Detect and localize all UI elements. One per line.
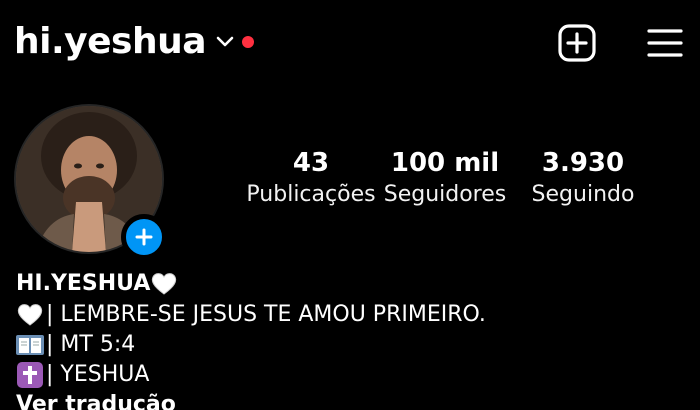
bio-line: | YESHUA <box>16 360 486 390</box>
stat-value: 43 <box>292 148 330 178</box>
chevron-down-icon[interactable] <box>214 31 236 53</box>
top-actions <box>556 22 686 64</box>
bio-line-text: | YESHUA <box>46 362 150 387</box>
profile-bio: HI.YESHUA | LEMBRE-SE JESUS TE AMOU PRIM… <box>16 268 486 410</box>
stat-following[interactable]: 3.930 Seguindo <box>508 146 658 210</box>
bio-line: | MT 5:4 <box>16 330 486 360</box>
profile-header: hi.yeshua <box>14 18 255 66</box>
stat-followers[interactable]: 100 mil Seguidores <box>382 146 508 210</box>
notification-dot-icon <box>242 36 255 48</box>
stat-value: 3.930 <box>541 148 625 178</box>
latin-cross-icon <box>16 361 44 389</box>
profile-screen: hi.yeshua 43 Publicações 100 mil Seguido… <box>0 0 700 410</box>
see-translation-link[interactable]: Ver tradução <box>16 390 486 410</box>
plus-square-icon[interactable] <box>556 22 598 64</box>
stat-label: Seguindo <box>531 182 635 207</box>
display-name: HI.YESHUA <box>16 271 151 296</box>
bio-line-text: | MT 5:4 <box>46 332 136 357</box>
open-book-icon <box>16 331 44 359</box>
stat-value: 100 mil <box>390 148 500 178</box>
white-heart-icon <box>150 270 178 298</box>
bio-line-text: | LEMBRE-SE JESUS TE AMOU PRIMEIRO. <box>46 302 486 327</box>
bio-line: | LEMBRE-SE JESUS TE AMOU PRIMEIRO. <box>16 300 486 330</box>
username-switcher[interactable]: hi.yeshua <box>14 18 207 66</box>
hamburger-menu-icon[interactable] <box>644 22 686 64</box>
stat-label: Seguidores <box>383 182 507 207</box>
stat-label: Publicações <box>246 182 376 207</box>
add-story-button[interactable] <box>121 214 167 260</box>
profile-stats: 43 Publicações 100 mil Seguidores 3.930 … <box>240 146 658 210</box>
white-heart-icon <box>16 301 44 329</box>
display-name-row: HI.YESHUA <box>16 268 486 300</box>
stat-posts[interactable]: 43 Publicações <box>240 146 382 210</box>
